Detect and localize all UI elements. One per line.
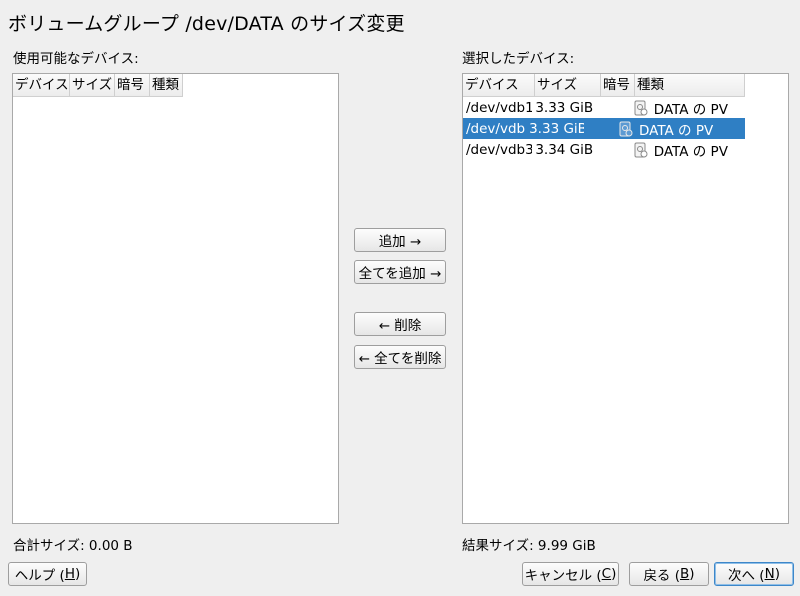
disk-icon bbox=[634, 142, 648, 157]
column-header-device[interactable]: デバイス bbox=[463, 74, 535, 96]
device-type-cell: DATA の PV bbox=[629, 98, 773, 118]
device-name: /dev/vdb3 bbox=[466, 141, 533, 158]
device-type: DATA の PV bbox=[638, 122, 714, 139]
back-button[interactable]: 戻る (B) bbox=[629, 562, 709, 586]
device-size: 3.33 GiB bbox=[535, 99, 594, 116]
help-button-close: ) bbox=[74, 566, 81, 582]
cancel-mnemonic: C bbox=[601, 566, 612, 582]
disk-icon bbox=[634, 100, 648, 115]
back-button-close: ) bbox=[689, 566, 695, 582]
column-header-type[interactable]: 種類 bbox=[150, 74, 183, 96]
dialog-title: ボリュームグループ /dev/DATA のサイズ変更 bbox=[8, 13, 405, 35]
remove-button[interactable]: ← 削除 bbox=[354, 312, 446, 336]
selected-devices-label: 選択したデバイス: bbox=[462, 51, 575, 67]
column-header-type[interactable]: 種類 bbox=[635, 74, 745, 96]
next-mnemonic: N bbox=[764, 566, 775, 582]
device-row[interactable]: /dev/vdb23.33 GiB DATA の PV bbox=[463, 118, 745, 139]
cancel-button-label: キャンセル ( bbox=[524, 568, 602, 584]
selected-table-header: デバイス サイズ 暗号 種類 bbox=[463, 74, 745, 97]
remove-all-button[interactable]: ← 全てを削除 bbox=[354, 345, 446, 369]
result-size-label: 結果サイズ: 9.99 GiB bbox=[462, 538, 596, 554]
selected-devices-table[interactable]: デバイス サイズ 暗号 種類 /dev/vdb1 3.33 GiB DATA の P… bbox=[462, 73, 789, 524]
add-button[interactable]: 追加 → bbox=[354, 228, 446, 252]
column-header-size[interactable]: サイズ bbox=[70, 74, 115, 96]
device-type-cell: DATA の PV bbox=[629, 140, 773, 160]
device-row[interactable]: /dev/vdb1 3.33 GiB DATA の PV bbox=[463, 97, 773, 118]
column-header-size[interactable]: サイズ bbox=[535, 74, 601, 96]
cancel-button-close: ) bbox=[611, 566, 617, 582]
column-header-encrypted[interactable]: 暗号 bbox=[115, 74, 150, 96]
back-mnemonic: B bbox=[680, 566, 690, 582]
cancel-button[interactable]: キャンセル (C) bbox=[522, 562, 619, 586]
available-table-header: デバイス サイズ 暗号 種類 bbox=[13, 74, 183, 97]
device-name: /dev/vdb2 bbox=[466, 120, 526, 137]
add-all-button[interactable]: 全てを追加 → bbox=[354, 260, 446, 284]
device-size: 3.34 GiB bbox=[535, 141, 594, 158]
next-button[interactable]: 次へ (N) bbox=[714, 562, 794, 586]
device-name: /dev/vdb1 bbox=[466, 99, 533, 116]
next-button-close: ) bbox=[774, 566, 780, 582]
disk-icon bbox=[619, 121, 633, 136]
device-size: 3.33 GiB bbox=[529, 120, 584, 137]
available-devices-label: 使用可能なデバイス: bbox=[13, 51, 139, 67]
device-row[interactable]: /dev/vdb3 3.34 GiB DATA の PV bbox=[463, 139, 773, 160]
next-button-label: 次へ ( bbox=[728, 568, 765, 584]
help-mnemonic: H bbox=[64, 566, 75, 582]
back-button-label: 戻る ( bbox=[643, 568, 680, 584]
help-button-label: ヘルプ ( bbox=[14, 568, 65, 584]
available-devices-table[interactable]: デバイス サイズ 暗号 種類 bbox=[12, 73, 339, 524]
help-button[interactable]: ヘルプ (H) bbox=[8, 562, 87, 586]
total-size-label: 合計サイズ: 0.00 B bbox=[13, 538, 133, 554]
column-header-device[interactable]: デバイス bbox=[13, 74, 70, 96]
device-type-cell: DATA の PV bbox=[614, 119, 745, 139]
device-type: DATA の PV bbox=[653, 143, 728, 160]
device-type: DATA の PV bbox=[653, 101, 728, 118]
column-header-encrypted[interactable]: 暗号 bbox=[601, 74, 635, 96]
